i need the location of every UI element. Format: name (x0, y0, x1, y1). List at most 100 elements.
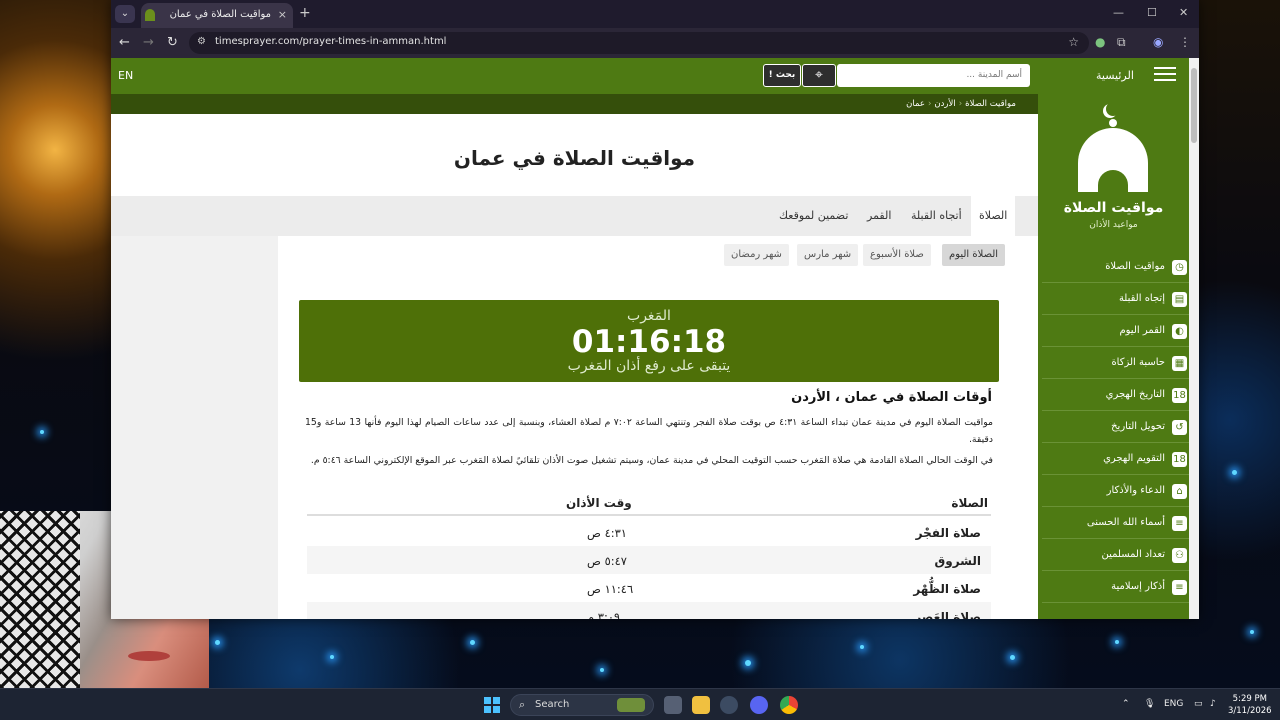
wallpaper-light (40, 430, 44, 434)
calendar-icon: 18 (1172, 388, 1187, 403)
subtab-month[interactable]: شهر مارس (797, 244, 859, 266)
city-search-input[interactable]: أسم المدينة ... (837, 64, 1030, 87)
tab-embed[interactable]: تضمين لموقعك (771, 196, 856, 236)
calendar-icon: 18 (1172, 452, 1187, 467)
microphone-icon[interactable]: 🎙 (1144, 699, 1155, 709)
mosque-icon: ⌂ (1172, 484, 1187, 499)
breadcrumb-home[interactable]: مواقيت الصلاة (965, 99, 1016, 109)
site-header: EN بحث ! ⌖ أسم المدينة ... الرئيسية (111, 58, 1189, 94)
forward-icon[interactable]: → (143, 35, 154, 50)
mosque-logo-icon[interactable] (1076, 102, 1150, 192)
network-icon[interactable]: ▭ (1194, 699, 1203, 709)
wallpaper-light (470, 640, 475, 645)
language-switch[interactable]: EN (118, 69, 133, 82)
url-text: timesprayer.com/prayer-times-in-amman.ht… (215, 36, 447, 47)
chrome-icon[interactable] (780, 696, 798, 714)
photo-lips (128, 651, 170, 661)
sidebar-item-names-of-allah[interactable]: ≡ أسماء الله الحسنى (1042, 508, 1189, 539)
new-tab-button[interactable]: + (299, 5, 311, 21)
wallpaper-light (215, 640, 220, 645)
page-scrollbar[interactable] (1189, 58, 1199, 619)
task-view-icon[interactable] (664, 696, 682, 714)
wallpaper-light (1250, 630, 1254, 634)
sidebar-item-dua[interactable]: ⌂ الدعاء والأذكار (1042, 476, 1189, 507)
favicon-icon (145, 9, 155, 21)
wallpaper-light (1232, 470, 1237, 475)
sidebar-item-muslim-population[interactable]: ⚇ تعداد المسلمين (1042, 540, 1189, 571)
home-link[interactable]: الرئيسية (1096, 69, 1134, 82)
countdown-label: يتبقى على رفع أذان المَغرب (567, 358, 731, 374)
sidebar-item-hijri-calendar[interactable]: 18 التقويم الهجري (1042, 444, 1189, 475)
clock-time: 5:29 PM (1232, 694, 1267, 704)
sidebar-item-hijri-date[interactable]: 18 التاريخ الهجري (1042, 380, 1189, 411)
info-heading: أوقات الصلاة في عمان ، الأردن (791, 390, 992, 405)
wallpaper-light (330, 655, 334, 659)
browser-tab[interactable]: مواقيت الصلاة في عمان × (141, 3, 293, 28)
breadcrumb-city: عمان (906, 99, 925, 109)
close-window-icon[interactable]: ✕ (1179, 6, 1188, 19)
wallpaper-light (1010, 655, 1015, 660)
site-sidebar: مواقيت الصلاة مواعيد الأذان ◷ مواقيت الصل… (1038, 94, 1189, 619)
tab-prayer[interactable]: الصلاة (971, 196, 1016, 236)
tray-chevron-icon[interactable]: ⌃ (1122, 699, 1130, 709)
tab-search-button[interactable]: ⌄ (115, 5, 135, 23)
next-prayer-countdown: المَغرب 01:16:18 يتبقى على رفع أذان المَ… (299, 300, 999, 382)
wallpaper-light (1115, 640, 1119, 644)
sidebar-item-prayer-times[interactable]: ◷ مواقيت الصلاة (1042, 252, 1189, 283)
clock-icon: ◷ (1172, 260, 1187, 275)
search-button[interactable]: بحث ! (763, 64, 801, 87)
app-icon[interactable] (720, 696, 738, 714)
site-tagline: مواعيد الأذان (1089, 220, 1138, 230)
url-bar[interactable]: ⚙ timesprayer.com/prayer-times-in-amman.… (189, 32, 1089, 54)
table-header-divider (307, 514, 991, 516)
discord-icon[interactable] (750, 696, 768, 714)
prayer-time: ٤:٣١ ص (587, 526, 627, 540)
site-name[interactable]: مواقيت الصلاة (1038, 200, 1189, 216)
prayer-name: الشروق (934, 554, 981, 568)
maximize-icon[interactable]: ☐ (1147, 6, 1157, 19)
table-row: الشروق ٥:٤٧ ص (307, 546, 991, 574)
sidebar-item-moon[interactable]: ◐ القمر اليوم (1042, 316, 1189, 347)
profile-icon[interactable]: ◉ (1153, 35, 1163, 49)
locate-me-icon[interactable]: ⌖ (802, 64, 836, 87)
extension-icon[interactable]: ● (1095, 35, 1105, 49)
tab-moon[interactable]: القمر (859, 196, 899, 236)
file-explorer-icon[interactable] (692, 696, 710, 714)
breadcrumb-bar: مواقيت الصلاة‹الأردن‹عمان (111, 94, 1038, 114)
table-row: صلاة الظُّهْر ١١:٤٦ ص (307, 574, 991, 602)
page-title: مواقيت الصلاة في عمان (453, 146, 696, 170)
breadcrumb-country[interactable]: الأردن (934, 99, 955, 109)
table-row: صلاة العَصر ٣:٠٩ م (307, 602, 991, 619)
minimize-icon[interactable]: — (1113, 6, 1124, 19)
table-row: صلاة الفجْر ٤:٣١ ص (307, 518, 991, 546)
calculator-icon: ▦ (1172, 356, 1187, 371)
tab-qibla[interactable]: أتجاه القبلة (903, 196, 970, 236)
scrollbar-thumb[interactable] (1191, 68, 1197, 143)
input-language[interactable]: ENG (1164, 699, 1183, 709)
hamburger-menu-icon[interactable] (1154, 67, 1176, 83)
close-tab-icon[interactable]: × (278, 8, 287, 21)
site-info-icon[interactable]: ⚙ (197, 36, 206, 47)
search-highlight-icon (617, 698, 645, 712)
wallpaper-light (745, 660, 751, 666)
reload-icon[interactable]: ↻ (167, 35, 178, 50)
subtab-ramadan[interactable]: شهر رمضان (724, 244, 789, 266)
back-icon[interactable]: ← (119, 35, 130, 50)
sidebar-item-azkar[interactable]: ≡ أذكار إسلامية (1042, 572, 1189, 603)
taskbar-clock[interactable]: 5:29 PM 3/11/2026 (1228, 693, 1272, 717)
main-content: مواقيت الصلاة في عمان الصلاة أتجاه القبل… (111, 114, 1038, 619)
subtab-today[interactable]: الصلاة اليوم (942, 244, 1006, 266)
menu-kebab-icon[interactable]: ⋮ (1179, 35, 1191, 49)
subtab-week[interactable]: صلاة الأسبوع (863, 244, 931, 266)
taskbar: ⌕ Search ⌃ 🎙 ENG ▭ ♪ 5:29 PM 3/11/2026 (0, 688, 1280, 720)
sidebar-item-zakat[interactable]: ▦ حاسبة الزكاة (1042, 348, 1189, 379)
sidebar-item-qibla[interactable]: ▤ إتجاه القبلة (1042, 284, 1189, 315)
bookmark-star-icon[interactable]: ☆ (1068, 35, 1079, 49)
sidebar-item-date-convert[interactable]: ↺ تحويل التاريخ (1042, 412, 1189, 443)
puzzle-extensions-icon[interactable]: ⧉ (1117, 35, 1126, 50)
table-header-time: وقت الأذان (566, 496, 632, 510)
windows-start-icon[interactable] (484, 697, 500, 713)
taskbar-search[interactable]: ⌕ Search (510, 694, 654, 716)
volume-icon[interactable]: ♪ (1210, 699, 1216, 709)
people-icon: ⚇ (1172, 548, 1187, 563)
